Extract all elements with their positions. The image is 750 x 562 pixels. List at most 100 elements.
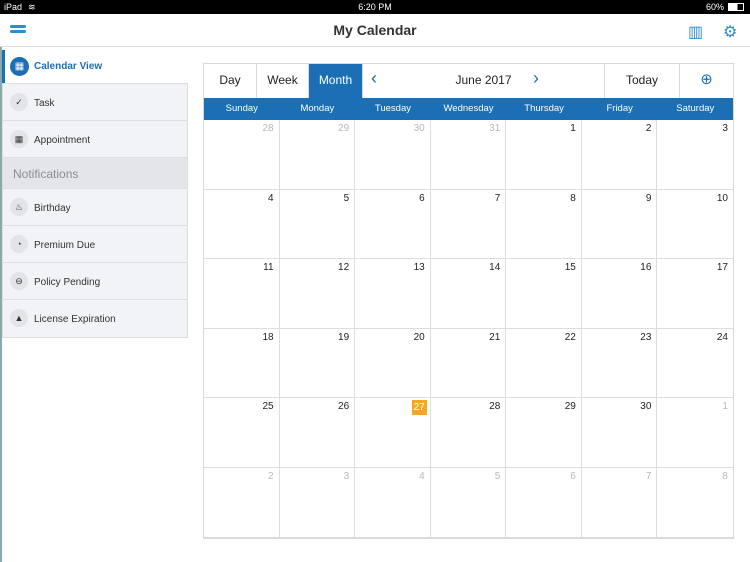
- day-cell[interactable]: 29: [506, 398, 582, 468]
- day-cell[interactable]: 17: [657, 259, 733, 329]
- today-button[interactable]: Today: [605, 64, 680, 98]
- day-cell[interactable]: 25: [204, 398, 280, 468]
- sidebar-item-birthday[interactable]: ♨ Birthday: [3, 189, 187, 226]
- sidebar-item-label: Appointment: [34, 135, 91, 146]
- sidebar-item-label: Calendar View: [34, 61, 103, 72]
- check-icon: ✓: [10, 93, 28, 111]
- sidebar-item-license-expiration[interactable]: ▲ License Expiration: [3, 300, 187, 337]
- day-number: 12: [338, 262, 350, 274]
- week-view-button[interactable]: Week: [257, 64, 309, 98]
- weekday-label: Tuesday: [374, 103, 411, 114]
- month-view-button[interactable]: Month: [309, 64, 363, 98]
- sidebar-item-task[interactable]: ✓ Task: [3, 84, 187, 121]
- day-number: 2: [645, 123, 652, 134]
- day-cell[interactable]: 29: [279, 120, 356, 190]
- day-cell-today[interactable]: 27: [355, 398, 431, 468]
- gear-icon[interactable]: ⚙: [723, 22, 737, 42]
- sidebar-item-label: Birthday: [34, 203, 71, 214]
- day-cell[interactable]: 11: [204, 259, 280, 329]
- day-cell[interactable]: 2: [581, 120, 658, 190]
- day-cell[interactable]: 2: [204, 467, 280, 538]
- status-bar: iPad ≋ 6:20 PM 60%: [0, 0, 750, 14]
- weekday-label: Thursday: [524, 103, 564, 114]
- sidebar-item-appointment[interactable]: ▦ Appointment: [3, 121, 187, 158]
- day-cell[interactable]: 13: [355, 259, 431, 329]
- day-number: 27: [411, 400, 427, 416]
- day-cell[interactable]: 21: [430, 328, 507, 399]
- day-number: 8: [722, 470, 728, 482]
- day-cell[interactable]: 8: [506, 189, 582, 260]
- day-cell[interactable]: 22: [506, 328, 582, 399]
- day-cell[interactable]: 15: [506, 259, 582, 329]
- day-cell[interactable]: 8: [657, 468, 733, 538]
- day-number: 7: [494, 192, 501, 204]
- day-number: 18: [262, 331, 274, 343]
- day-cell[interactable]: 6: [506, 467, 582, 538]
- sidebar-item-policy-pending[interactable]: ⊖ Policy Pending: [3, 263, 187, 300]
- day-cell[interactable]: 31: [430, 120, 507, 190]
- weekday-label: Wednesday: [443, 103, 494, 114]
- page-title: My Calendar: [333, 22, 417, 38]
- day-number: 5: [494, 470, 501, 482]
- day-cell[interactable]: 28: [204, 120, 280, 190]
- day-cell[interactable]: 24: [657, 329, 733, 399]
- device-sync-icon[interactable]: ▥: [688, 22, 703, 42]
- day-number: 16: [640, 262, 652, 274]
- day-number: 17: [716, 262, 728, 274]
- day-cell[interactable]: 18: [204, 328, 280, 399]
- weekday-label: Friday: [606, 103, 633, 114]
- day-cell[interactable]: 28: [430, 398, 507, 468]
- battery-icon: [728, 3, 744, 11]
- day-cell[interactable]: 12: [279, 259, 356, 329]
- day-cell[interactable]: 4: [204, 189, 280, 260]
- day-cell[interactable]: 14: [430, 259, 507, 329]
- day-cell[interactable]: 1: [506, 120, 582, 190]
- month-grid: 28 29 30 31 1 2 3 4 5 6 7 8 9 10 11 12 13 14 15 16 17 18 19 20 2…: [204, 120, 733, 538]
- day-number: 21: [489, 331, 501, 343]
- sidebar-item-calendar-view[interactable]: ▦ Calendar View: [2, 50, 188, 83]
- day-cell[interactable]: 10: [657, 190, 733, 260]
- day-cell[interactable]: 16: [581, 259, 658, 329]
- clock: 6:20 PM: [358, 2, 392, 12]
- day-cell[interactable]: 30: [581, 398, 658, 468]
- day-cell[interactable]: 23: [581, 328, 658, 399]
- day-cell[interactable]: 30: [355, 120, 431, 190]
- day-cell[interactable]: 3: [279, 467, 356, 538]
- day-cell[interactable]: 26: [279, 398, 356, 468]
- day-cell[interactable]: 6: [355, 189, 431, 260]
- notifications-heading: Notifications: [3, 158, 187, 189]
- battery-percent: 60%: [705, 2, 724, 12]
- day-view-button[interactable]: Day: [204, 64, 257, 98]
- day-cell[interactable]: 9: [581, 189, 658, 260]
- warning-icon: ▲: [10, 309, 28, 327]
- sidebar-item-label: Policy Pending: [34, 277, 101, 288]
- day-number: 1: [570, 123, 576, 134]
- chevron-right-icon[interactable]: ›: [533, 68, 539, 89]
- day-cell[interactable]: 1: [657, 398, 733, 468]
- calendar-icon: ▦: [10, 57, 29, 76]
- day-number: 4: [419, 470, 425, 482]
- pending-icon: ⊖: [10, 272, 28, 290]
- pie-icon: ◔: [10, 235, 28, 253]
- weekday-header: Sunday Monday Tuesday Wednesday Thursday Frid…: [204, 98, 733, 120]
- day-cell[interactable]: 20: [355, 328, 431, 399]
- day-cell[interactable]: 7: [430, 189, 507, 260]
- day-number: 28: [489, 401, 501, 413]
- day-number: 30: [413, 123, 425, 134]
- day-number: 20: [413, 331, 425, 343]
- sidebar-item-premium-due[interactable]: ◔ Premium Due: [3, 226, 187, 263]
- day-cell[interactable]: 3: [657, 120, 733, 190]
- sidebar-item-label: License Expiration: [34, 314, 116, 325]
- day-number: 15: [564, 262, 576, 274]
- add-icon[interactable]: ⊕: [680, 64, 733, 98]
- day-number: 23: [640, 331, 652, 343]
- day-cell[interactable]: 7: [581, 467, 658, 538]
- day-number: 3: [343, 470, 350, 482]
- day-number: 13: [413, 262, 425, 274]
- day-cell[interactable]: 5: [430, 467, 507, 538]
- day-number: 30: [640, 401, 652, 413]
- cake-icon: ♨: [10, 198, 28, 216]
- day-cell[interactable]: 19: [279, 328, 356, 399]
- day-cell[interactable]: 4: [355, 467, 431, 538]
- day-cell[interactable]: 5: [279, 189, 356, 260]
